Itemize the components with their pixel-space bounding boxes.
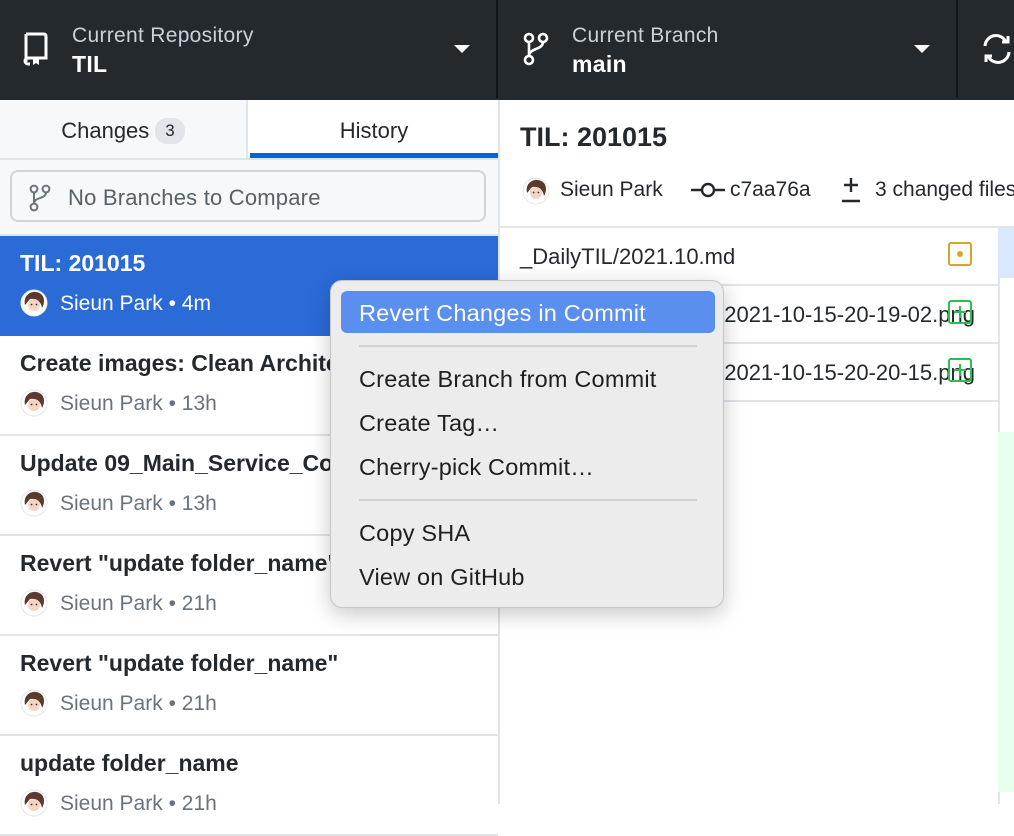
tab-history[interactable]: History (250, 100, 498, 158)
commit-sha[interactable]: c7aa76a (730, 178, 811, 202)
commit-meta: Sieun Park • 13h (60, 392, 217, 416)
commit-time: 13h (181, 492, 217, 515)
diff-added-lines (998, 432, 1014, 792)
commit-meta: Sieun Park • 21h (60, 592, 217, 616)
commit-author: Sieun Park (560, 178, 663, 201)
repo-icon (23, 32, 48, 66)
commit-time: 21h (181, 692, 217, 715)
sync-icon (983, 34, 1011, 64)
fetch-origin-button[interactable] (960, 0, 1014, 98)
git-branch-icon (29, 184, 51, 212)
avatar (20, 689, 48, 717)
avatar (522, 177, 550, 205)
commit-summary-header: TIL: 201015 Sieun Park c7aa76a 3 changed… (500, 100, 1014, 228)
menu-item-copy-sha[interactable]: Copy SHA (341, 511, 715, 553)
menu-item-cherry-pick[interactable]: Cherry-pick Commit… (341, 445, 715, 487)
meta-separator: • (168, 692, 176, 715)
current-repository-dropdown[interactable]: Current Repository TIL (0, 0, 498, 98)
avatar (20, 789, 48, 817)
commit-context-menu: Revert Changes in Commit Create Branch f… (330, 280, 724, 608)
commit-author: Sieun Park (60, 592, 163, 615)
avatar (20, 289, 48, 317)
repository-name: TIL (72, 51, 108, 77)
diff-icon (842, 178, 860, 203)
chevron-down-icon (454, 45, 470, 53)
commit-title: TIL: 201015 (20, 250, 146, 276)
menu-divider (359, 345, 697, 347)
commit-author: Sieun Park (60, 292, 163, 315)
meta-separator: • (168, 392, 176, 415)
diff-hunk-header (998, 228, 1014, 278)
app-toolbar: Current Repository TIL Current Branch ma… (0, 0, 1014, 100)
file-path: _DailyTIL/2021.10.md (520, 244, 736, 269)
tab-changes[interactable]: Changes 3 (0, 100, 248, 158)
changed-files-count: 3 changed files (875, 178, 1014, 201)
menu-item-view-on-github[interactable]: View on GitHub (341, 555, 715, 597)
commit-author: Sieun Park (60, 392, 163, 415)
commit-time: 21h (181, 592, 217, 615)
commit-author: Sieun Park (60, 692, 163, 715)
commit-title: Revert "update folder_name" (20, 550, 339, 576)
repository-label: Current Repository (72, 24, 254, 47)
current-branch-dropdown[interactable]: Current Branch main (500, 0, 958, 98)
file-list-item[interactable]: _DailyTIL/2021.10.md (500, 228, 998, 286)
meta-separator: • (168, 492, 176, 515)
commit-list-item[interactable]: update folder_name Sieun Park • 21h (0, 736, 498, 836)
branch-name: main (572, 51, 627, 77)
commit-meta: Sieun Park • 4m (60, 292, 211, 316)
compare-placeholder: No Branches to Compare (68, 185, 321, 210)
commit-time: 13h (181, 392, 217, 415)
chevron-down-icon (914, 45, 930, 53)
menu-item-revert-changes[interactable]: Revert Changes in Commit (341, 291, 715, 333)
git-commit-icon (691, 182, 725, 198)
commit-meta: Sieun Park • 21h (60, 692, 217, 716)
changes-count-badge: 3 (155, 118, 185, 144)
commit-time: 4m (181, 292, 211, 315)
avatar (20, 589, 48, 617)
added-status-icon (948, 358, 972, 382)
menu-item-create-branch[interactable]: Create Branch from Commit (341, 357, 715, 399)
tab-history-label: History (339, 118, 409, 143)
added-status-icon (948, 300, 972, 324)
branch-label: Current Branch (572, 24, 719, 47)
menu-item-create-tag[interactable]: Create Tag… (341, 401, 715, 443)
sidebar-tabs: Changes 3 History (0, 100, 498, 160)
modified-status-icon (948, 242, 972, 266)
commit-summary-title: TIL: 201015 (520, 122, 668, 152)
branch-compare-input[interactable]: No Branches to Compare (10, 170, 486, 222)
commit-list-item[interactable]: Revert "update folder_name" Sieun Park •… (0, 636, 498, 736)
git-branch-icon (523, 32, 549, 66)
tab-changes-label: Changes (61, 118, 150, 143)
meta-separator: • (168, 292, 176, 315)
commit-meta: Sieun Park • 21h (60, 792, 217, 816)
commit-title: Revert "update folder_name" (20, 650, 339, 676)
menu-divider (359, 499, 697, 501)
avatar (20, 389, 48, 417)
compare-bar: No Branches to Compare (0, 160, 498, 236)
avatar (20, 489, 48, 517)
meta-separator: • (168, 592, 176, 615)
commit-author: Sieun Park (60, 492, 163, 515)
commit-meta: Sieun Park • 13h (60, 492, 217, 516)
commit-title: update folder_name (20, 750, 239, 776)
